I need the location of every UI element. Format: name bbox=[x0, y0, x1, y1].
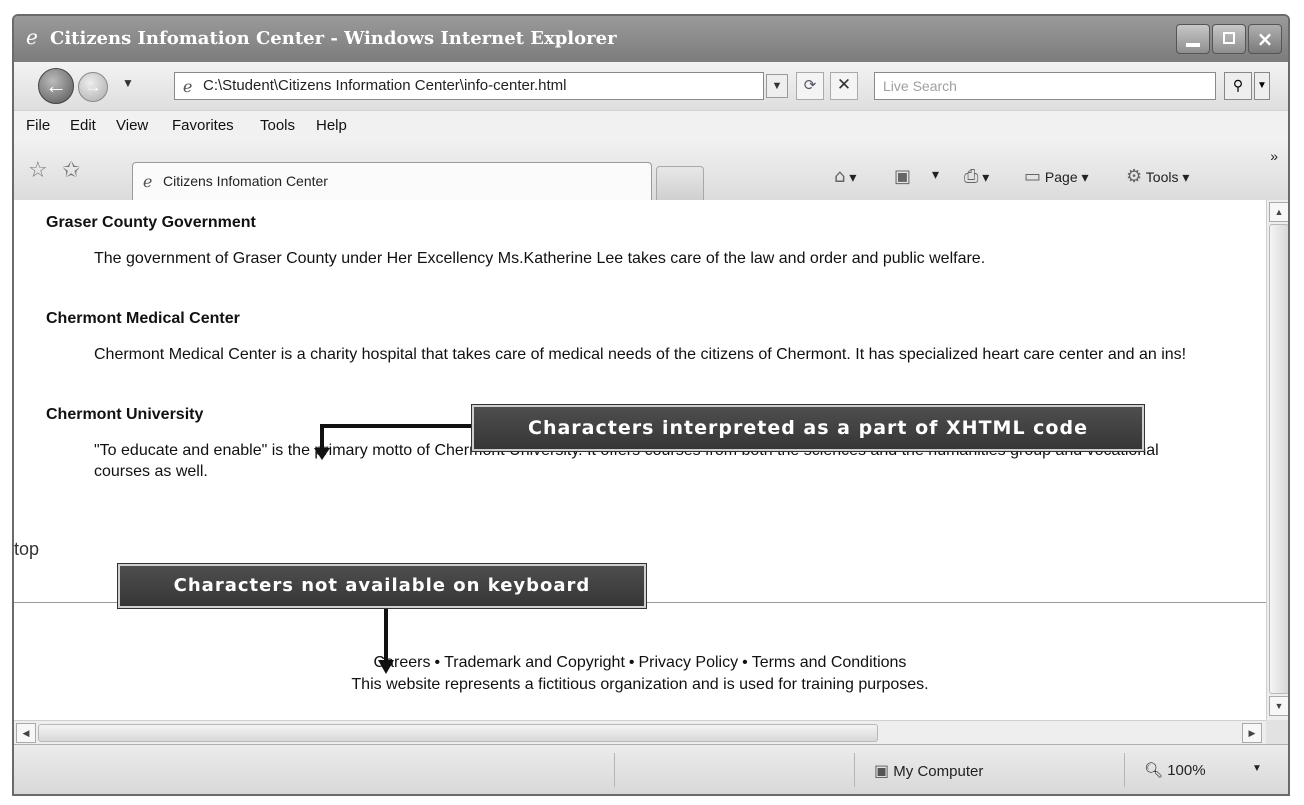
horizontal-scrollbar[interactable]: ◀ ▶ bbox=[14, 720, 1266, 744]
add-favorites-icon[interactable]: ✩ bbox=[62, 158, 80, 183]
section-title: Graser County Government bbox=[46, 214, 256, 231]
title-bar[interactable]: ℯ Citizens Infomation Center - Windows I… bbox=[14, 16, 1288, 62]
footer-separator: • bbox=[628, 654, 635, 671]
menu-view[interactable]: View bbox=[116, 117, 148, 134]
address-dropdown-button[interactable]: ▼ bbox=[766, 74, 788, 98]
menu-tools[interactable]: Tools bbox=[260, 117, 295, 134]
footer-link-privacy[interactable]: Privacy Policy bbox=[639, 654, 739, 671]
search-input[interactable]: Live Search bbox=[874, 72, 1216, 100]
maximize-button[interactable] bbox=[1212, 24, 1246, 54]
footer: Careers • Trademark and Copyright • Privacy … bbox=[14, 652, 1266, 696]
tab-bar: ☆ ✩ ℯ Citizens Infomation Center ⌂ ▾ ▣ ▾… bbox=[14, 142, 1288, 201]
back-button[interactable]: ← bbox=[38, 68, 74, 104]
minimize-icon bbox=[1186, 43, 1200, 47]
tab-citizens-information-center[interactable]: ℯ Citizens Infomation Center bbox=[132, 162, 652, 200]
callout-xhtml-code: Characters interpreted as a part of XHTM… bbox=[471, 404, 1145, 452]
menu-file[interactable]: File bbox=[26, 117, 50, 134]
security-zone[interactable]: ▣ My Computer bbox=[874, 761, 983, 780]
callout-not-on-keyboard: Characters not available on keyboard bbox=[117, 563, 647, 609]
navigation-bar: ← → ▼ ℯ C:\Student\Citizens Information … bbox=[14, 62, 1288, 110]
window-title: Citizens Infomation Center - Windows Int… bbox=[50, 28, 617, 49]
section-title: Chermont University bbox=[46, 406, 204, 423]
feeds-dropdown-icon[interactable]: ▾ bbox=[932, 166, 939, 183]
new-tab-button[interactable] bbox=[656, 166, 704, 200]
ie-logo-icon: ℯ bbox=[26, 25, 38, 49]
tab-label: Citizens Infomation Center bbox=[163, 173, 328, 189]
menu-favorites[interactable]: Favorites bbox=[172, 117, 234, 134]
footer-note: This website represents a fictitious org… bbox=[351, 676, 929, 693]
address-bar[interactable]: ℯ C:\Student\Citizens Information Center… bbox=[174, 72, 764, 100]
scroll-down-button[interactable]: ▼ bbox=[1269, 696, 1288, 716]
maximize-icon bbox=[1223, 32, 1235, 44]
window-controls: × bbox=[1174, 24, 1282, 54]
page-icon: ℯ bbox=[183, 77, 193, 96]
scroll-left-button[interactable]: ◀ bbox=[16, 723, 36, 743]
status-divider bbox=[854, 753, 855, 787]
section-body: The government of Graser County under He… bbox=[94, 250, 986, 267]
history-dropdown-icon[interactable]: ▼ bbox=[122, 76, 134, 90]
horizontal-scroll-thumb[interactable] bbox=[38, 724, 878, 742]
close-button[interactable]: × bbox=[1248, 24, 1282, 54]
zoom-dropdown-icon[interactable]: ▼ bbox=[1252, 763, 1262, 774]
menu-bar: File Edit View Favorites Tools Help bbox=[14, 110, 1288, 144]
vertical-scroll-thumb[interactable] bbox=[1269, 224, 1288, 694]
footer-link-terms[interactable]: Terms and Conditions bbox=[752, 654, 907, 671]
top-link[interactable]: top bbox=[14, 539, 39, 560]
minimize-button[interactable] bbox=[1176, 24, 1210, 54]
page-icon: ℯ bbox=[143, 172, 153, 191]
section-title: Chermont Medical Center bbox=[46, 310, 240, 327]
forward-button[interactable]: → bbox=[78, 72, 108, 102]
rss-feed-icon: ▣ bbox=[894, 166, 912, 187]
footer-separator: • bbox=[434, 654, 441, 671]
status-divider bbox=[614, 753, 615, 787]
vertical-scrollbar[interactable]: ▲ ▼ bbox=[1266, 200, 1288, 720]
zoom-level[interactable]: 🔍︎ 100% bbox=[1144, 761, 1206, 779]
callout-arrow-xhtml bbox=[314, 424, 478, 460]
refresh-button[interactable]: ⟳ bbox=[796, 72, 824, 100]
favorites-center-icon[interactable]: ☆ bbox=[28, 158, 48, 183]
computer-icon: ▣ bbox=[874, 761, 890, 780]
scroll-right-button[interactable]: ▶ bbox=[1242, 723, 1262, 743]
home-button[interactable]: ⌂ ▾ bbox=[834, 166, 856, 187]
section-body: Chermont Medical Center is a charity hos… bbox=[94, 346, 1187, 363]
home-icon: ⌂ bbox=[834, 166, 846, 187]
scrollbar-corner bbox=[1266, 720, 1288, 744]
footer-link-trademark[interactable]: Trademark and Copyright bbox=[444, 654, 625, 671]
feeds-button[interactable]: ▣ bbox=[894, 166, 911, 187]
close-icon: × bbox=[1256, 27, 1274, 51]
address-input[interactable]: C:\Student\Citizens Information Center\i… bbox=[203, 77, 567, 94]
tools-menu-button[interactable]: ⚙ Tools ▾ bbox=[1126, 166, 1189, 187]
callout-arrow-keyboard bbox=[378, 604, 394, 674]
search-options-dropdown[interactable]: ▼ bbox=[1254, 72, 1270, 100]
page-icon: ▭ bbox=[1024, 166, 1042, 187]
footer-links: Careers • Trademark and Copyright • Privacy … bbox=[14, 652, 1266, 674]
page-menu-button[interactable]: ▭ Page ▾ bbox=[1024, 166, 1089, 187]
status-bar: ▣ My Computer 🔍︎ 100% ▼ bbox=[14, 744, 1288, 794]
menu-edit[interactable]: Edit bbox=[70, 117, 96, 134]
search-button[interactable]: ⚲ bbox=[1224, 72, 1252, 100]
print-button[interactable]: ⎙ ▾ bbox=[964, 166, 989, 187]
zoom-icon: 🔍︎ bbox=[1144, 762, 1164, 779]
page-viewport: Graser County Government The government … bbox=[14, 200, 1266, 720]
menu-help[interactable]: Help bbox=[316, 117, 347, 134]
scroll-up-button[interactable]: ▲ bbox=[1269, 202, 1288, 222]
status-divider bbox=[1124, 753, 1125, 787]
footer-separator: • bbox=[742, 654, 748, 671]
gear-icon: ⚙ bbox=[1126, 166, 1143, 187]
toolbar-overflow-icon[interactable]: » bbox=[1270, 148, 1278, 164]
printer-icon: ⎙ bbox=[964, 166, 979, 187]
stop-button[interactable]: ✕ bbox=[830, 72, 858, 100]
